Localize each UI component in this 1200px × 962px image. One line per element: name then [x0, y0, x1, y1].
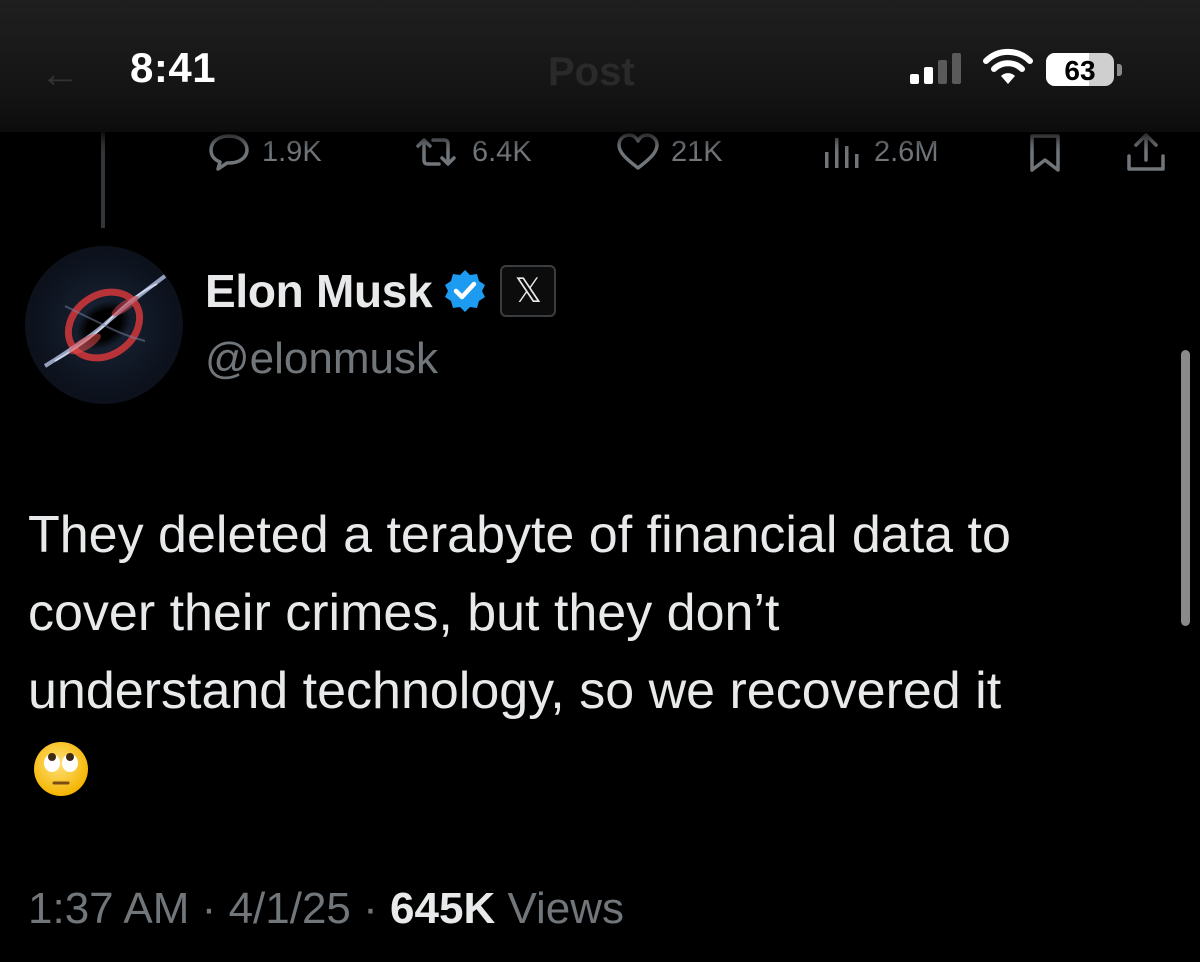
share-upload-icon	[1127, 133, 1165, 171]
battery-icon: 63	[1046, 53, 1114, 86]
heart-icon	[617, 133, 659, 170]
reply-count: 1.9K	[262, 135, 322, 168]
bookmark-button[interactable]	[1026, 132, 1064, 179]
signal-bar	[938, 60, 947, 84]
meta-separator: ·	[201, 884, 217, 933]
speech-bubble-icon	[209, 134, 249, 171]
share-button[interactable]	[1124, 132, 1168, 179]
face-with-rolling-eyes-icon	[34, 742, 88, 796]
back-arrow-icon[interactable]: ←	[40, 52, 80, 97]
bar-chart-icon	[825, 138, 859, 168]
status-bar: ← Post 8:41 63	[0, 0, 1200, 132]
repost-button[interactable]: 6.4K	[410, 132, 532, 172]
post-text-line: understand technology, so we recovered i…	[28, 662, 1002, 720]
author-name[interactable]: Elon Musk	[205, 264, 433, 318]
signal-bar	[924, 67, 933, 84]
signal-bar	[910, 74, 919, 84]
status-time: 8:41	[130, 44, 217, 91]
wifi-icon	[982, 48, 1034, 93]
post-date[interactable]: 4/1/25	[229, 884, 351, 933]
like-button[interactable]: 21K	[615, 132, 723, 172]
avatar[interactable]	[25, 246, 183, 404]
author-handle[interactable]: @elonmusk	[205, 334, 438, 384]
thread-connector-line	[101, 132, 105, 228]
post-meta: 1:37 AM · 4/1/25 · 645K Views	[28, 884, 624, 934]
reply-button[interactable]: 1.9K	[206, 132, 322, 172]
views-button[interactable]: 2.6M	[820, 132, 938, 172]
views-count: 2.6M	[874, 135, 939, 168]
repost-arrows-icon	[416, 138, 456, 166]
post-time[interactable]: 1:37 AM	[28, 884, 189, 933]
cellular-signal-icon	[906, 52, 968, 89]
bookmark-icon	[1030, 134, 1060, 172]
x-affiliate-badge[interactable]: 𝕏	[500, 265, 557, 317]
post-views-count: 645K	[390, 884, 496, 933]
signal-bar	[952, 53, 961, 84]
meta-separator: ·	[363, 884, 378, 933]
post-text-line: They deleted a terabyte of financial dat…	[28, 506, 1011, 564]
like-count: 21K	[671, 135, 723, 168]
post-text-line: cover their crimes, but they don’t	[28, 584, 780, 642]
post-views-label: Views	[507, 884, 625, 933]
battery-tip	[1117, 64, 1122, 76]
header-title: Post	[548, 50, 635, 94]
repost-count: 6.4K	[472, 135, 532, 168]
battery-level: 63	[1064, 55, 1096, 86]
author-name-row: Elon Musk 𝕏	[205, 264, 557, 318]
verified-badge-icon	[445, 270, 486, 312]
scrollbar[interactable]	[1181, 350, 1190, 626]
post-text: They deleted a terabyte of financial dat…	[28, 496, 1178, 730]
